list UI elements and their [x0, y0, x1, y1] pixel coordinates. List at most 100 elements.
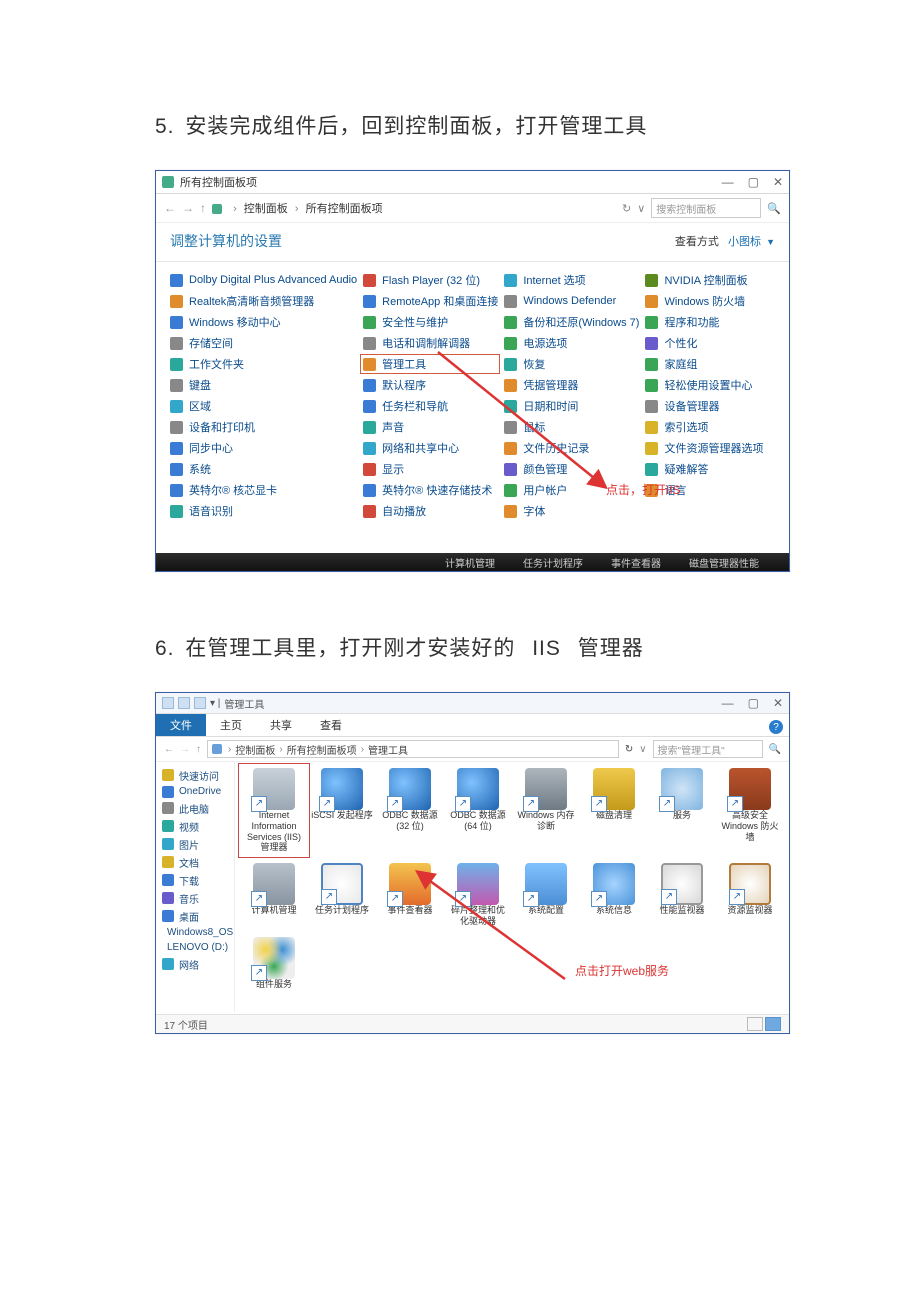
sidebar-item[interactable]: 文档	[162, 853, 228, 871]
cp-item[interactable]: 设备管理器	[645, 398, 775, 414]
icons-view-icon[interactable]	[765, 1017, 781, 1031]
cp-item[interactable]: 备份和还原(Windows 7)	[504, 314, 639, 330]
ribbon-tab[interactable]: 文件	[156, 714, 206, 736]
sidebar-item[interactable]: 桌面	[162, 907, 228, 925]
tool-item[interactable]: ↗ODBC 数据源(32 位)	[379, 768, 441, 853]
search-input[interactable]: 搜索控制面板	[651, 198, 761, 218]
refresh-button[interactable]: ↻	[625, 744, 633, 755]
tool-item[interactable]: ↗Windows 内存诊断	[515, 768, 577, 853]
sidebar-item[interactable]: Windows8_OS (C:)	[162, 925, 228, 940]
search-input[interactable]: 搜索"管理工具"	[653, 740, 763, 758]
minimize-button[interactable]: —	[722, 697, 734, 709]
sidebar-item[interactable]: 此电脑	[162, 799, 228, 817]
view-switch[interactable]	[747, 1017, 781, 1031]
cp-item[interactable]: 文件资源管理器选项	[645, 440, 775, 456]
maximize-button[interactable]: ▢	[748, 176, 759, 188]
sidebar-item[interactable]: 快速访问	[162, 766, 228, 784]
tool-item[interactable]: ↗任务计划程序	[311, 863, 373, 927]
taskbar-item[interactable]: 计算机管理	[445, 555, 495, 570]
ribbon-tab[interactable]: 主页	[206, 714, 256, 736]
forward-button[interactable]: →	[180, 744, 190, 755]
help-button[interactable]: ?	[769, 720, 783, 734]
up-button[interactable]: ↑	[196, 744, 201, 755]
tool-item[interactable]: ↗碎片整理和优化驱动器	[447, 863, 509, 927]
cp-item[interactable]: 索引选项	[645, 419, 775, 435]
sidebar-item[interactable]: LENOVO (D:)	[162, 940, 228, 955]
breadcrumb-seg-1[interactable]: 控制面板	[244, 203, 288, 215]
cp-item[interactable]: 自动播放	[363, 503, 498, 519]
cp-item[interactable]: 恢复	[504, 356, 639, 372]
breadcrumb-seg-1[interactable]: 控制面板	[235, 742, 275, 757]
ribbon-tab[interactable]: 共享	[256, 714, 306, 736]
breadcrumb[interactable]: › 控制面板 › 所有控制面板项	[212, 200, 616, 216]
cp-item[interactable]: 家庭组	[645, 356, 775, 372]
breadcrumb-seg-2[interactable]: 所有控制面板项	[287, 742, 357, 757]
tool-item[interactable]: ↗磁盘清理	[583, 768, 645, 853]
cp-item[interactable]: Windows 防火墙	[645, 293, 775, 309]
cp-item[interactable]: 鼠标	[504, 419, 639, 435]
taskbar-item[interactable]: 事件查看器	[611, 555, 661, 570]
tool-item[interactable]: ↗性能监视器	[651, 863, 713, 927]
breadcrumb[interactable]: › 控制面板 › 所有控制面板项 › 管理工具	[207, 740, 619, 758]
cp-item[interactable]: 文件历史记录	[504, 440, 639, 456]
cp-item[interactable]: 系统	[170, 461, 357, 477]
cp-item[interactable]: 语音识别	[170, 503, 357, 519]
cp-item[interactable]: Internet 选项	[504, 272, 639, 288]
tool-item[interactable]: ↗服务	[651, 768, 713, 853]
cp-item[interactable]: 任务栏和导航	[363, 398, 498, 414]
tool-item[interactable]: ↗事件查看器	[379, 863, 441, 927]
cp-item[interactable]: 网络和共享中心	[363, 440, 498, 456]
cp-item[interactable]: 凭据管理器	[504, 377, 639, 393]
cp-item[interactable]: 键盘	[170, 377, 357, 393]
cp-item[interactable]: 设备和打印机	[170, 419, 357, 435]
tool-item[interactable]: ↗组件服务	[243, 937, 305, 990]
refresh-button[interactable]: ↻	[622, 202, 631, 215]
cp-item[interactable]: Flash Player (32 位)	[363, 272, 498, 288]
taskbar-item[interactable]: 磁盘管理器性能	[689, 555, 759, 570]
cp-item[interactable]: 电话和调制解调器	[363, 335, 498, 351]
cp-item[interactable]: 颜色管理	[504, 461, 639, 477]
sidebar-item[interactable]: OneDrive	[162, 784, 228, 799]
up-button[interactable]: ↑	[200, 201, 206, 215]
tool-item[interactable]: ↗ODBC 数据源(64 位)	[447, 768, 509, 853]
cp-item[interactable]: 工作文件夹	[170, 356, 357, 372]
sidebar-item[interactable]: 音乐	[162, 889, 228, 907]
cp-item[interactable]: 电源选项	[504, 335, 639, 351]
sidebar-item[interactable]: 图片	[162, 835, 228, 853]
cp-item[interactable]: 日期和时间	[504, 398, 639, 414]
cp-item[interactable]: 同步中心	[170, 440, 357, 456]
cp-item[interactable]: 英特尔® 核芯显卡	[170, 482, 357, 498]
cp-item[interactable]: RemoteApp 和桌面连接	[363, 293, 498, 309]
tool-item[interactable]: ↗高级安全 Windows 防火墙	[719, 768, 781, 853]
cp-item[interactable]: 英特尔® 快速存储技术	[363, 482, 498, 498]
cp-item[interactable]: 轻松使用设置中心	[645, 377, 775, 393]
view-switch[interactable]: 查看方式 小图标 ▼	[675, 233, 775, 249]
cp-item[interactable]: Windows 移动中心	[170, 314, 357, 330]
breadcrumb-seg-3[interactable]: 管理工具	[368, 742, 408, 757]
sidebar-item[interactable]: 下载	[162, 871, 228, 889]
tool-item[interactable]: ↗系统配置	[515, 863, 577, 927]
tool-item[interactable]: ↗Internet Information Services (IIS)管理器	[241, 766, 307, 855]
tool-item[interactable]: ↗计算机管理	[243, 863, 305, 927]
back-button[interactable]: ←	[164, 744, 174, 755]
maximize-button[interactable]: ▢	[748, 697, 759, 709]
cp-item[interactable]: Realtek高清晰音频管理器	[170, 293, 357, 309]
cp-item[interactable]: 显示	[363, 461, 498, 477]
sidebar-item[interactable]: 网络	[162, 955, 228, 973]
sidebar-item[interactable]: 视频	[162, 817, 228, 835]
cp-item[interactable]: 字体	[504, 503, 639, 519]
tool-item[interactable]: ↗系统信息	[583, 863, 645, 927]
cp-item[interactable]: Windows Defender	[504, 293, 639, 309]
tool-item[interactable]: ↗iSCSI 发起程序	[311, 768, 373, 853]
cp-item[interactable]: 疑难解答	[645, 461, 775, 477]
taskbar-item[interactable]: 任务计划程序	[523, 555, 583, 570]
minimize-button[interactable]: —	[722, 176, 734, 188]
cp-item[interactable]: 声音	[363, 419, 498, 435]
ribbon-tab[interactable]: 查看	[306, 714, 356, 736]
cp-item[interactable]: 存储空间	[170, 335, 357, 351]
close-button[interactable]: ✕	[773, 176, 783, 188]
back-button[interactable]: ←	[164, 201, 176, 215]
cp-item[interactable]: 管理工具	[362, 356, 498, 372]
close-button[interactable]: ✕	[773, 697, 783, 709]
cp-item[interactable]: NVIDIA 控制面板	[645, 272, 775, 288]
